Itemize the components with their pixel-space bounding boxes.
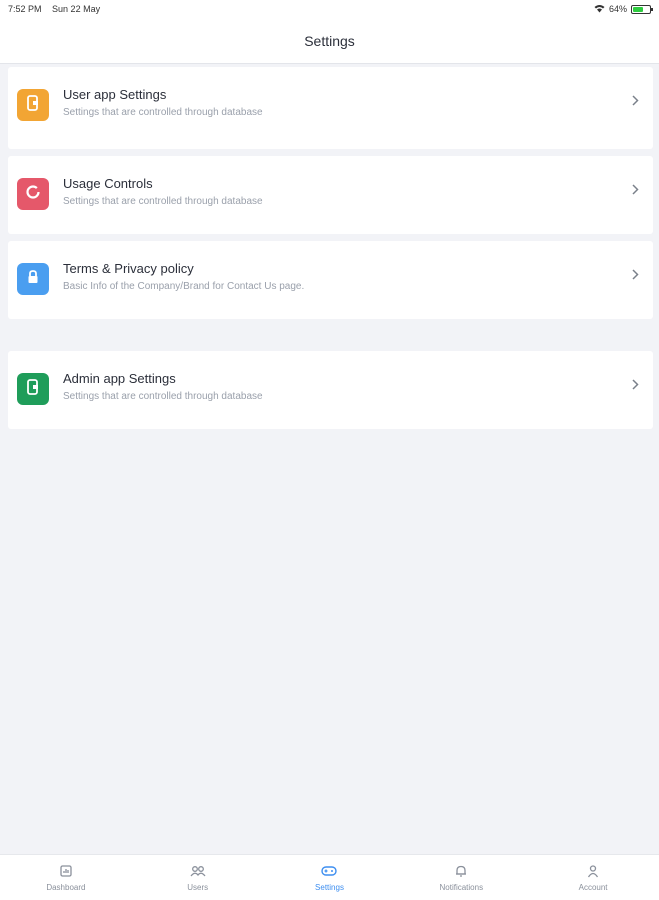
card-icon-bg xyxy=(17,178,49,210)
dashboard-icon xyxy=(59,864,73,880)
card-subtitle: Settings that are controlled through dat… xyxy=(63,196,263,207)
battery-fill xyxy=(633,6,644,12)
wifi-icon xyxy=(594,4,605,15)
battery-icon xyxy=(631,4,653,14)
chevron-right-icon xyxy=(632,182,639,200)
header: Settings xyxy=(0,18,659,64)
tab-dashboard[interactable]: Dashboard xyxy=(0,855,132,900)
card-user-app-settings[interactable]: User app Settings Settings that are cont… xyxy=(8,67,653,149)
tab-users[interactable]: Users xyxy=(132,855,264,900)
tab-label: Users xyxy=(187,882,209,892)
status-time: 7:52 PM xyxy=(8,4,42,14)
battery-percent: 64% xyxy=(608,4,627,14)
card-subtitle: Settings that are controlled through dat… xyxy=(63,107,263,118)
card-text: User app Settings Settings that are cont… xyxy=(63,87,263,118)
card-title: User app Settings xyxy=(63,87,167,102)
tab-account[interactable]: Account xyxy=(527,855,659,900)
card-subtitle: Settings that are controlled through dat… xyxy=(63,391,263,402)
tab-label: Notifications xyxy=(439,882,484,892)
card-title: Terms & Privacy policy xyxy=(63,261,194,276)
users-icon xyxy=(189,864,207,880)
card-text: Admin app Settings Settings that are con… xyxy=(63,371,263,402)
gamepad-icon xyxy=(320,864,338,880)
phone-icon xyxy=(26,94,40,116)
bell-icon xyxy=(454,864,468,880)
tab-label: Account xyxy=(578,882,608,892)
chevron-right-icon xyxy=(632,267,639,285)
tab-label: Settings xyxy=(315,882,344,892)
card-text: Usage Controls Settings that are control… xyxy=(63,176,263,207)
ring-icon xyxy=(25,184,41,205)
tab-label: Dashboard xyxy=(46,882,86,892)
phone-icon xyxy=(26,378,40,400)
card-text: Terms & Privacy policy Basic Info of the… xyxy=(63,261,304,292)
tab-settings[interactable]: Settings xyxy=(264,855,396,900)
status-left: 7:52 PM Sun 22 May xyxy=(8,4,108,14)
chevron-right-icon xyxy=(632,93,639,111)
card-subtitle: Basic Info of the Company/Brand for Cont… xyxy=(63,281,305,292)
card-icon-bg xyxy=(17,89,49,121)
tab-bar: Dashboard Users Settings Notifications A… xyxy=(0,854,659,900)
tab-notifications[interactable]: Notifications xyxy=(395,855,527,900)
lock-icon xyxy=(26,269,40,290)
status-right: 64% xyxy=(594,4,653,15)
card-icon-bg xyxy=(17,263,49,295)
card-admin-app-settings[interactable]: Admin app Settings Settings that are con… xyxy=(8,351,653,429)
card-terms-privacy[interactable]: Terms & Privacy policy Basic Info of the… xyxy=(8,241,653,319)
chevron-right-icon xyxy=(632,377,639,395)
card-icon-bg xyxy=(17,373,49,405)
person-icon xyxy=(586,864,600,880)
status-date: Sun 22 May xyxy=(52,4,101,14)
card-usage-controls[interactable]: Usage Controls Settings that are control… xyxy=(8,156,653,234)
status-bar: 7:52 PM Sun 22 May 64% xyxy=(0,0,659,18)
page-title: Settings xyxy=(304,32,355,49)
card-title: Usage Controls xyxy=(63,176,153,191)
card-title: Admin app Settings xyxy=(63,371,176,386)
